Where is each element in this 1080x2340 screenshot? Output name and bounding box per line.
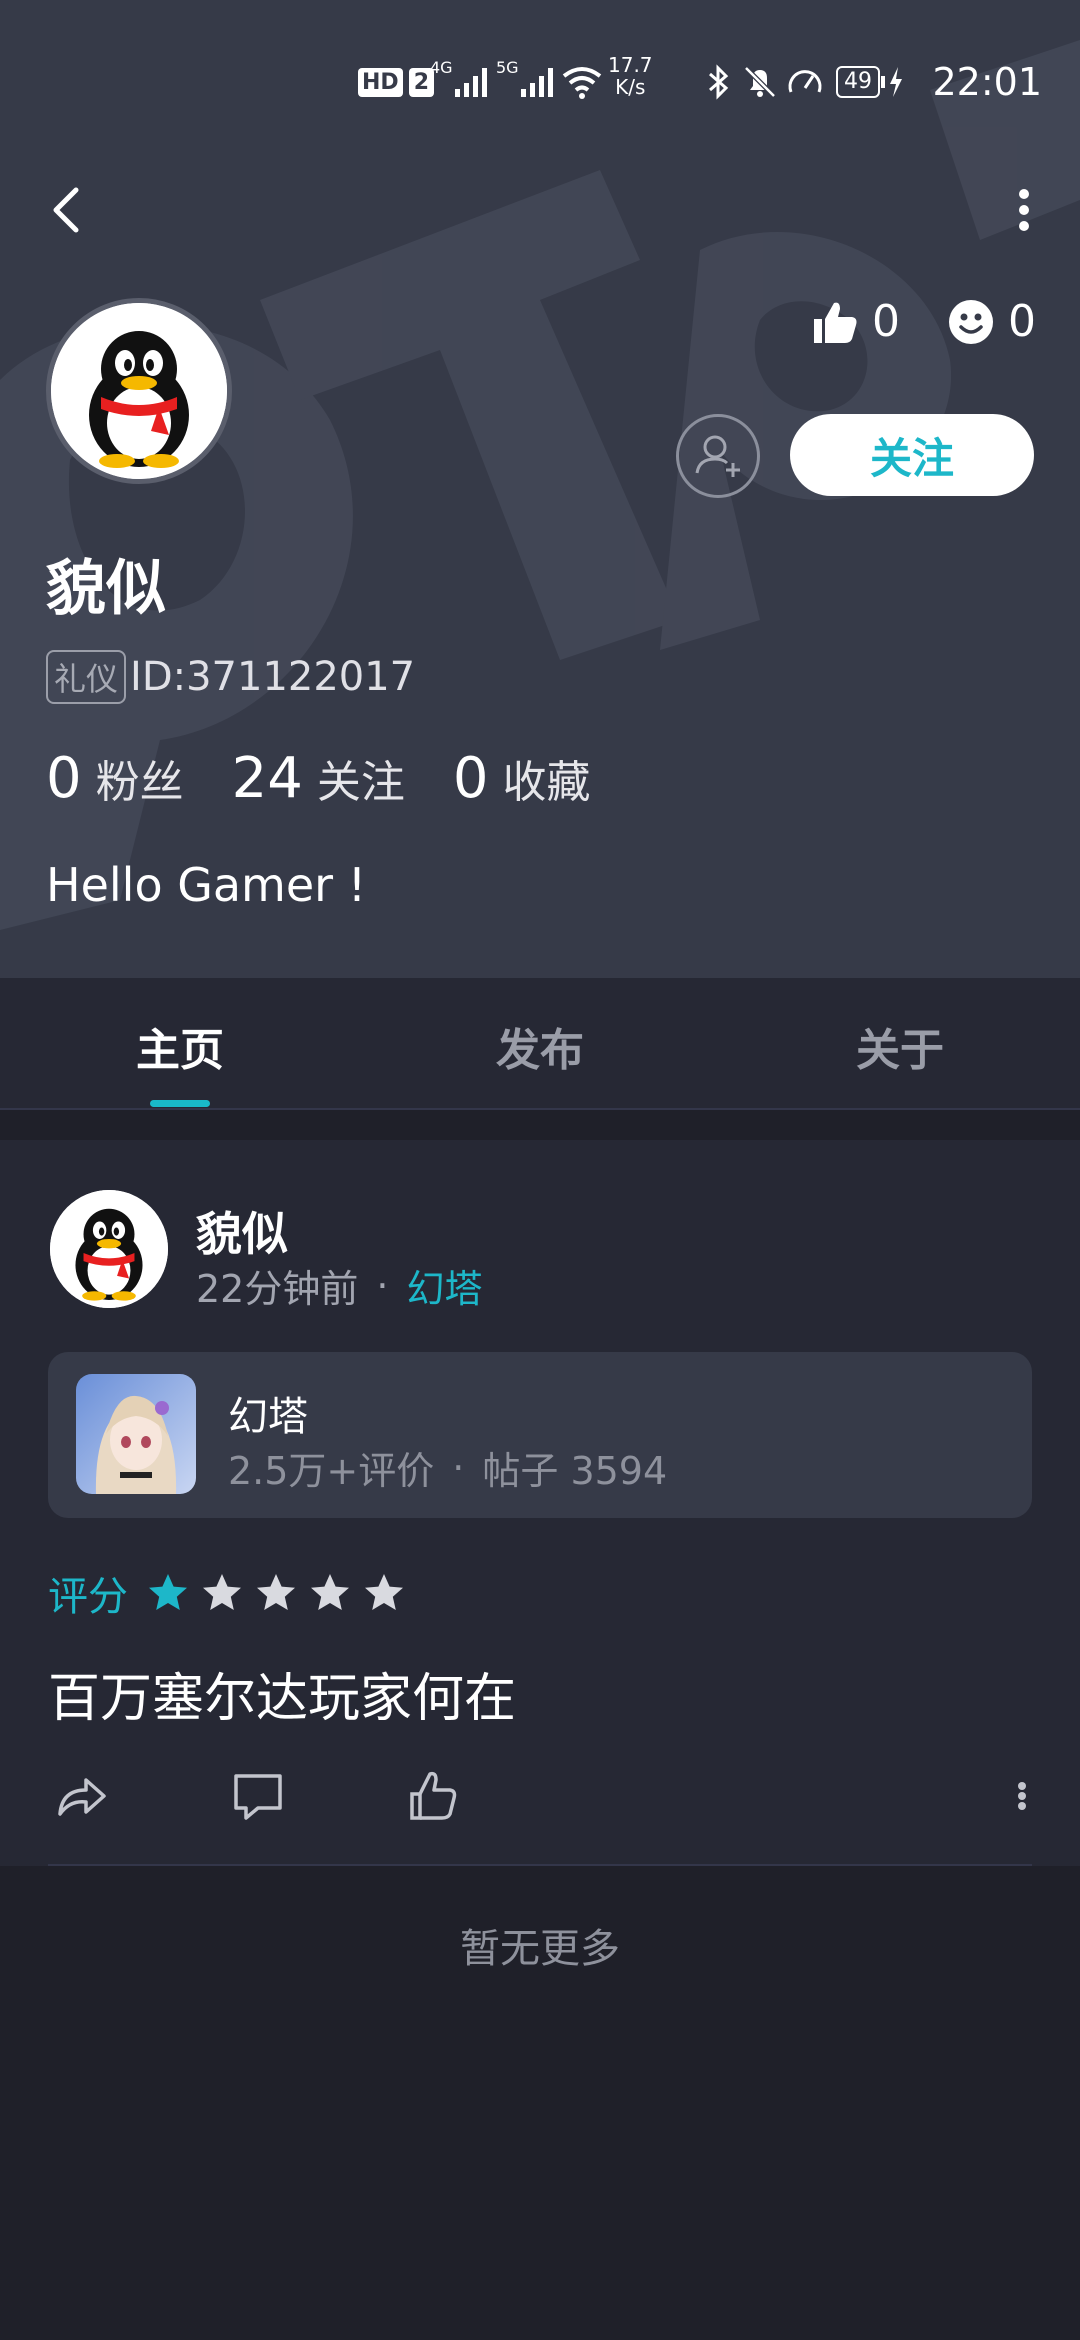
meta-separator: · xyxy=(376,1263,389,1308)
status-bar: HD 2 4G 5G 17.7 K/s 49 22:01 xyxy=(0,52,1080,112)
speedometer-icon xyxy=(786,52,824,112)
add-friend-button[interactable] xyxy=(676,414,760,498)
post-author-avatar[interactable] xyxy=(50,1190,168,1308)
more-options-button[interactable] xyxy=(1004,180,1044,240)
post-text[interactable]: 百万塞尔达玩家何在 xyxy=(48,1656,516,1731)
network-speed: 17.7 K/s xyxy=(608,53,653,99)
star-empty-icon xyxy=(203,1574,241,1610)
rating-stars xyxy=(146,1571,416,1615)
star-empty-icon xyxy=(257,1574,295,1610)
rating-label: 评分 xyxy=(48,1574,128,1620)
game-title: 幻塔 xyxy=(228,1394,308,1440)
profile-name: 貌似 xyxy=(46,554,166,624)
game-thumbnail xyxy=(76,1374,196,1494)
profile-header: HD 2 4G 5G 17.7 K/s 49 22:01 0 0 关注 貌似 礼… xyxy=(0,0,1080,978)
favorites-count[interactable]: 0 xyxy=(453,746,489,811)
game-posts: 帖子 3594 xyxy=(482,1449,668,1493)
tab-about[interactable]: 关于 xyxy=(800,1014,1000,1078)
no-more-text: 暂无更多 xyxy=(460,1926,620,1972)
game-card[interactable]: 幻塔 2.5万+评价 · 帖子 3594 xyxy=(48,1352,1032,1518)
profile-tabs: 主页 发布 关于 xyxy=(0,978,1080,1110)
favorites-label[interactable]: 收藏 xyxy=(503,746,591,810)
post-more-button[interactable] xyxy=(996,1766,1048,1826)
signal-5g-icon: 5G xyxy=(496,52,559,112)
battery-icon: 49 xyxy=(836,52,905,112)
signal-4g-icon: 4G xyxy=(430,52,493,112)
penguin-avatar-image xyxy=(50,1190,168,1308)
share-button[interactable] xyxy=(52,1766,112,1826)
post-game-tag[interactable]: 幻塔 xyxy=(406,1258,482,1313)
comment-button[interactable] xyxy=(228,1766,288,1826)
star-filled-icon xyxy=(149,1574,187,1610)
following-label[interactable]: 关注 xyxy=(317,746,405,810)
profile-bio: Hello Gamer ! xyxy=(46,858,367,912)
profile-counts: 0 粉丝 24 关注 0 收藏 xyxy=(46,746,639,811)
stats-separator: · xyxy=(452,1445,465,1490)
fans-count[interactable]: 0 xyxy=(46,746,82,811)
post-meta: 22分钟前 · 幻塔 xyxy=(196,1258,482,1313)
emoji-stat: 0 xyxy=(948,296,1036,347)
following-count[interactable]: 24 xyxy=(232,746,303,811)
smile-icon xyxy=(949,299,993,344)
etiquette-badge: 礼仪 xyxy=(46,650,127,704)
post-author-name[interactable]: 貌似 xyxy=(196,1198,288,1264)
feed-divider xyxy=(48,1864,1032,1866)
mute-bell-icon xyxy=(742,52,778,112)
like-button[interactable] xyxy=(404,1766,464,1826)
star-empty-icon xyxy=(365,1574,403,1610)
user-plus-icon xyxy=(695,435,740,477)
follow-button[interactable]: 关注 xyxy=(790,414,1034,496)
thumbs-up-icon xyxy=(814,302,857,343)
active-tab-indicator xyxy=(150,1100,210,1107)
back-button[interactable] xyxy=(42,180,92,240)
user-id: ID:371122017 xyxy=(130,654,416,700)
game-reviews: 2.5万+评价 xyxy=(228,1449,435,1493)
star-empty-icon xyxy=(311,1574,349,1610)
penguin-avatar-image xyxy=(51,303,227,479)
hd-badge: HD 2 xyxy=(358,52,434,112)
status-time: 22:01 xyxy=(932,60,1042,104)
wifi-icon xyxy=(560,52,604,112)
id-row: 礼仪 ID:371122017 xyxy=(46,650,415,704)
bluetooth-icon xyxy=(704,52,732,112)
tab-posts[interactable]: 发布 xyxy=(440,1014,640,1078)
avatar[interactable] xyxy=(46,298,232,484)
rating-row: 评分 xyxy=(48,1564,416,1622)
fans-label[interactable]: 粉丝 xyxy=(96,746,184,810)
tab-home[interactable]: 主页 xyxy=(80,1014,280,1078)
game-stats: 2.5万+评价 · 帖子 3594 xyxy=(228,1440,667,1495)
likes-stat: 0 xyxy=(810,296,900,347)
post-time: 22分钟前 xyxy=(196,1267,359,1311)
